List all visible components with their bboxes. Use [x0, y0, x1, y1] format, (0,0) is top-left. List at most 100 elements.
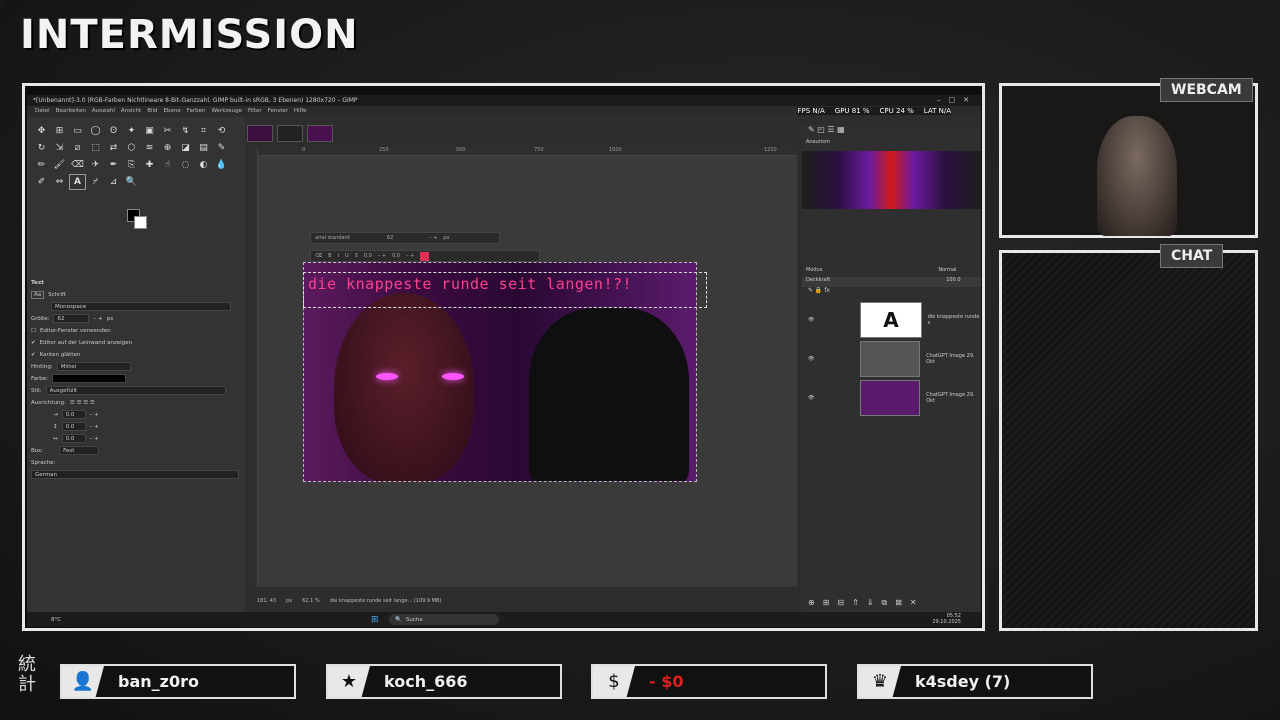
- size-unit[interactable]: px: [107, 316, 114, 322]
- fill-icon[interactable]: ◪: [177, 140, 194, 156]
- perspective-icon[interactable]: ⬚: [87, 140, 104, 156]
- menu-windows[interactable]: Fenster: [268, 108, 288, 114]
- eraser-icon[interactable]: ⌫: [69, 157, 86, 173]
- menu-file[interactable]: Datei: [35, 108, 50, 114]
- cage-icon[interactable]: ⬡: [123, 140, 140, 156]
- menu-help[interactable]: Hilfe: [294, 108, 307, 114]
- clear-style-icon[interactable]: ⌫: [315, 253, 322, 259]
- menu-select[interactable]: Auswahl: [92, 108, 115, 114]
- blur-icon[interactable]: ◌: [177, 157, 194, 173]
- justify-buttons[interactable]: ☰ ☰ ☰ ☰: [70, 400, 95, 406]
- pencil-icon[interactable]: ✏: [33, 157, 50, 173]
- letter-spacing-field[interactable]: 0.0: [61, 434, 86, 443]
- mode-select[interactable]: Normal: [938, 267, 956, 277]
- rect-select-icon[interactable]: ▭: [69, 123, 86, 139]
- airbrush-icon[interactable]: ✈: [87, 157, 104, 173]
- menu-colors[interactable]: Farben: [187, 108, 206, 114]
- mypaint-icon[interactable]: ✎: [213, 140, 230, 156]
- bold-icon[interactable]: B: [328, 253, 331, 259]
- picker-icon[interactable]: ⌿: [87, 174, 104, 190]
- gradient-icon[interactable]: ▤: [195, 140, 212, 156]
- start-icon[interactable]: ⊞: [371, 615, 379, 625]
- spacing-stepper[interactable]: – +: [90, 424, 99, 430]
- kerning-field[interactable]: 0.0: [392, 253, 400, 259]
- move-tool-icon[interactable]: ✥: [33, 123, 50, 139]
- antialias-checkbox[interactable]: ✔: [31, 352, 36, 358]
- line-spacing-field[interactable]: 0.0: [61, 422, 86, 431]
- baseline-stepper[interactable]: – +: [378, 253, 386, 259]
- layer-row[interactable]: 👁 Adie knappeste runde s: [802, 301, 981, 339]
- status-unit[interactable]: px: [286, 598, 292, 604]
- scissors-icon[interactable]: ✂: [159, 123, 176, 139]
- background-color[interactable]: [134, 216, 147, 229]
- indent-stepper[interactable]: – +: [90, 412, 99, 418]
- lock-icons[interactable]: ✎ 🔒 fx: [802, 287, 981, 301]
- size-field[interactable]: 62: [53, 314, 90, 323]
- menu-layer[interactable]: Ebene: [164, 108, 181, 114]
- strike-icon[interactable]: S: [355, 253, 358, 259]
- drop-icon[interactable]: 💧: [213, 157, 230, 173]
- color-select-icon[interactable]: ▣: [141, 123, 158, 139]
- menu-image[interactable]: Bild: [147, 108, 157, 114]
- letter-stepper[interactable]: – +: [90, 436, 99, 442]
- image-tab-3[interactable]: [307, 125, 333, 142]
- smudge-icon[interactable]: ☝: [159, 157, 176, 173]
- eye-icon[interactable]: 👁: [808, 395, 814, 401]
- window-controls[interactable]: –□✕: [937, 96, 977, 104]
- eye-icon[interactable]: 👁: [808, 317, 814, 323]
- font-field[interactable]: Monospace: [51, 302, 231, 311]
- eye-icon[interactable]: 👁: [808, 356, 814, 362]
- menu-view[interactable]: Ansicht: [121, 108, 141, 114]
- editor-canvas-checkbox[interactable]: ✔: [31, 340, 36, 346]
- heal-icon[interactable]: ✚: [141, 157, 158, 173]
- dodge-icon[interactable]: ◐: [195, 157, 212, 173]
- transform-icon[interactable]: ⟲: [213, 123, 230, 139]
- zoom-level[interactable]: 62.1 %: [302, 598, 319, 604]
- text-tool-icon[interactable]: A: [69, 174, 86, 190]
- measure2-icon[interactable]: ⊿: [105, 174, 122, 190]
- size-stepper[interactable]: – +: [93, 316, 102, 322]
- hinting-select[interactable]: Mittel: [56, 362, 131, 371]
- language-field[interactable]: German: [31, 470, 239, 479]
- opacity-value[interactable]: 100.0: [946, 277, 960, 287]
- align-tool-icon[interactable]: ⊞: [51, 123, 68, 139]
- brush-icon[interactable]: 🖌: [51, 157, 68, 173]
- gradient-preview[interactable]: [802, 151, 981, 209]
- menu-edit[interactable]: Bearbeiten: [56, 108, 86, 114]
- handle-icon[interactable]: ⊕: [159, 140, 176, 156]
- dock-tab-icons[interactable]: ✎ ◰ ☰ ▦: [802, 125, 981, 139]
- ellipse-select-icon[interactable]: ◯: [87, 123, 104, 139]
- baseline-field[interactable]: 0.0: [364, 253, 372, 259]
- menu-filters[interactable]: Filter: [248, 108, 262, 114]
- path-icon[interactable]: ↯: [177, 123, 194, 139]
- fuzzy-select-icon[interactable]: ✦: [123, 123, 140, 139]
- image-tab-1[interactable]: [247, 125, 273, 142]
- text-box-selection[interactable]: [303, 272, 707, 308]
- crop-icon[interactable]: ⌗: [195, 123, 212, 139]
- clone-icon[interactable]: ⎘: [123, 157, 140, 173]
- text-color-swatch[interactable]: [52, 374, 127, 383]
- taskbar-search[interactable]: 🔍 Suche: [389, 614, 499, 625]
- toolbar-size[interactable]: 62: [387, 235, 423, 241]
- toolbar-size-stepper[interactable]: – +: [429, 235, 437, 241]
- taskbar-clock[interactable]: 05:52 29.10.2025: [932, 613, 961, 625]
- zoom-icon[interactable]: 🔍: [123, 174, 140, 190]
- flip-icon[interactable]: ⇄: [105, 140, 122, 156]
- lasso-icon[interactable]: ʘ: [105, 123, 122, 139]
- box-select[interactable]: Fest: [59, 446, 100, 455]
- layer-actions[interactable]: ⊕⊞⊟⇑⇓⧉⊠✕: [808, 598, 925, 608]
- weather-widget[interactable]: 8°C: [51, 617, 61, 623]
- menu-tools[interactable]: Werkzeuge: [211, 108, 242, 114]
- warp-icon[interactable]: ≋: [141, 140, 158, 156]
- layer-row[interactable]: 👁 ChatGPT Image 29. Okt: [802, 379, 981, 417]
- measure-icon[interactable]: ⇔: [51, 174, 68, 190]
- font-preview-icon[interactable]: Aa: [31, 290, 45, 299]
- underline-icon[interactable]: U: [345, 253, 349, 259]
- italic-icon[interactable]: I: [338, 253, 339, 259]
- opacity-row[interactable]: Deckkraft 100.0: [802, 277, 981, 287]
- toolbar-unit[interactable]: px: [443, 235, 449, 241]
- kerning-stepper[interactable]: – +: [406, 253, 414, 259]
- style-select[interactable]: Ausgefüllt: [45, 386, 226, 395]
- indent-field[interactable]: 0.0: [61, 410, 86, 419]
- ink-icon[interactable]: ✒: [105, 157, 122, 173]
